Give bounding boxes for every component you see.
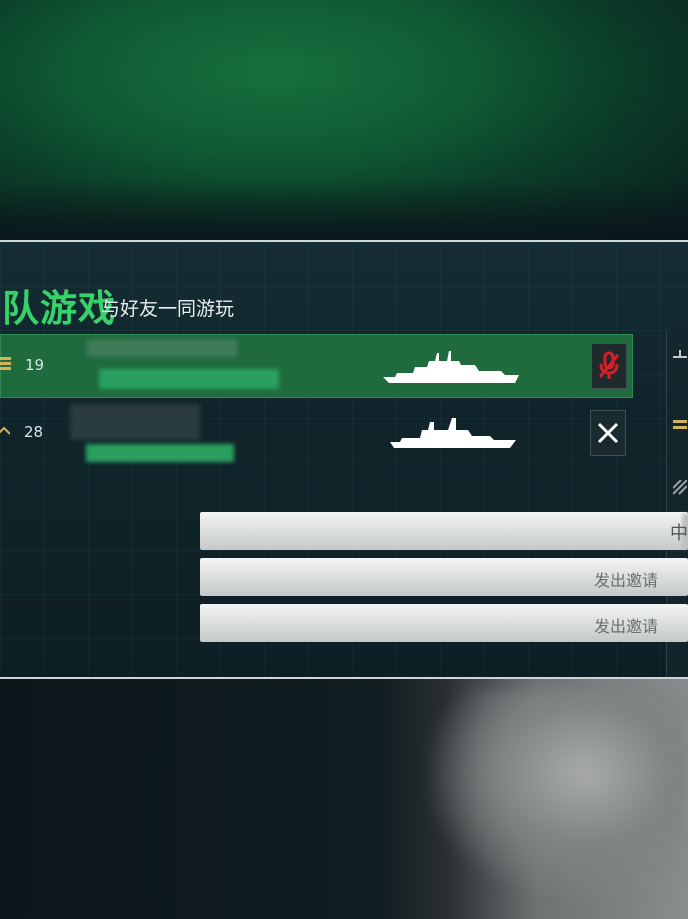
side-rank-icon: [673, 350, 687, 370]
close-icon: [597, 422, 619, 444]
player-name-obscured: [70, 404, 200, 440]
invite-friend-row[interactable]: 发出邀请: [200, 558, 688, 596]
side-insignia-icon: [673, 418, 687, 438]
send-invite-button[interactable]: 发出邀请: [594, 567, 658, 591]
panel-title: 队游戏: [2, 287, 116, 330]
warship-silhouette-icon: [390, 412, 520, 456]
player-level: 28: [24, 423, 44, 441]
player-name-obscured: [87, 339, 237, 357]
rank-chevron-icon: [0, 422, 11, 440]
party-member-row[interactable]: 19: [0, 334, 633, 398]
team-game-panel: 队游戏 与好友一同游玩 19 28 中 发出邀请 发出邀请: [0, 240, 688, 679]
invite-friend-row[interactable]: 发出邀请: [200, 604, 688, 642]
warship-silhouette-icon: [383, 347, 523, 391]
player-level: 19: [25, 356, 45, 374]
rank-insignia-icon: [0, 355, 11, 373]
panel-subtitle: 与好友一同游玩: [101, 298, 235, 320]
background-bottom-blur: [0, 679, 688, 919]
side-stripes-icon: [672, 479, 688, 500]
invite-friend-row[interactable]: 中: [200, 512, 688, 550]
background-top-blur: [0, 0, 688, 240]
mic-muted-icon: [598, 351, 620, 379]
player-tag-obscured: [86, 444, 234, 462]
party-member-row[interactable]: 28: [0, 402, 633, 466]
send-invite-button[interactable]: 发出邀请: [594, 613, 658, 637]
mute-mic-button[interactable]: [591, 343, 627, 389]
invite-status-label: 中: [670, 523, 688, 544]
player-tag-obscured: [99, 369, 279, 389]
remove-member-button[interactable]: [590, 410, 626, 456]
